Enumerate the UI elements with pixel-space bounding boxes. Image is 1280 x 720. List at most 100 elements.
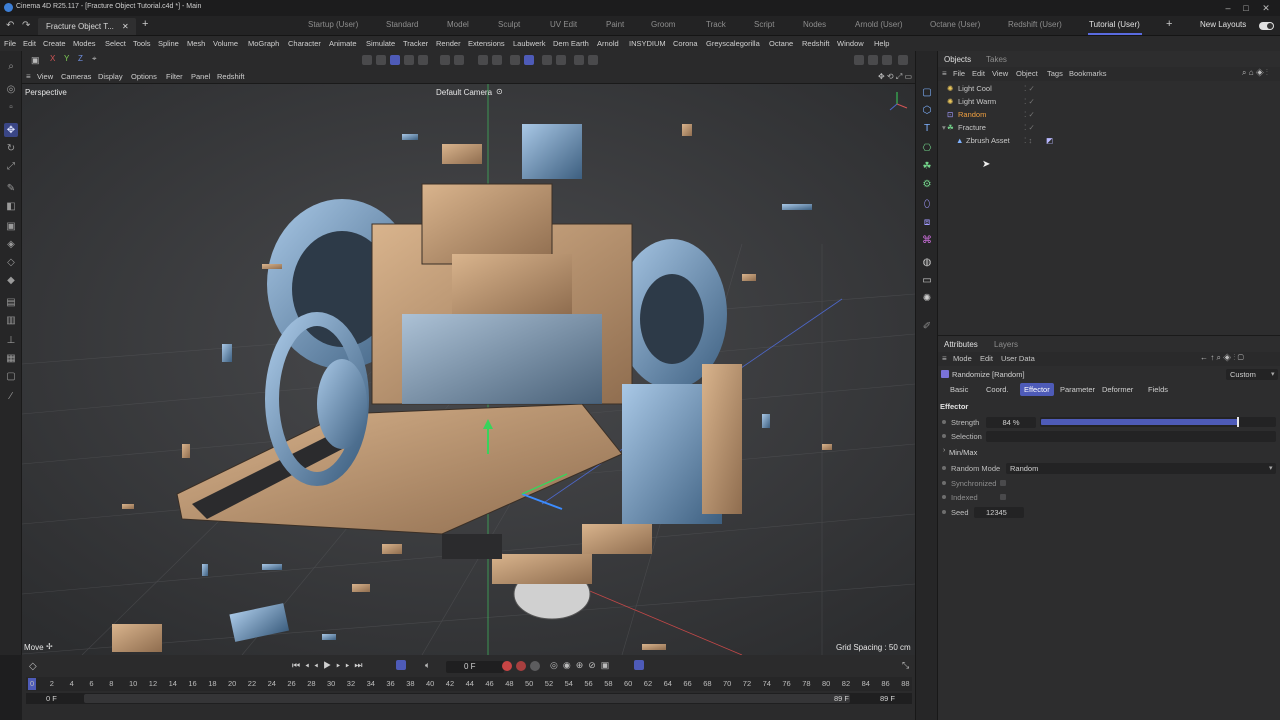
tab-startup[interactable]: Startup (User): [308, 20, 358, 29]
attribute-menu-mode[interactable]: Mode: [953, 354, 972, 363]
render-active-icon[interactable]: [390, 55, 400, 65]
strength-keyframe-dot[interactable]: [942, 420, 946, 424]
object-search-icon[interactable]: ⌕ ⌂ ◈ ⋮: [1242, 68, 1268, 78]
menu-corona[interactable]: Corona: [673, 39, 698, 48]
tab-takes[interactable]: Takes: [986, 55, 1007, 64]
layout-3-icon[interactable]: [882, 55, 892, 65]
menu-modes[interactable]: Modes: [73, 39, 96, 48]
strength-slider-track[interactable]: [1040, 417, 1276, 427]
viewport-nav-icons[interactable]: ✥ ⟲ ⤢ ▭: [878, 72, 912, 82]
undo-icon[interactable]: ↶: [6, 20, 14, 31]
environment-icon[interactable]: ◍: [920, 255, 934, 269]
maximize-button[interactable]: □: [1236, 2, 1256, 14]
menu-laubwerk[interactable]: Laubwerk: [513, 39, 546, 48]
menu-create[interactable]: Create: [43, 39, 66, 48]
lock-icon[interactable]: ▢: [4, 369, 18, 383]
frame-field[interactable]: 0 F: [446, 661, 504, 673]
tab-standard[interactable]: Standard: [386, 20, 418, 29]
snap-icon[interactable]: ◧: [4, 199, 18, 213]
redo-icon[interactable]: ↷: [22, 20, 30, 31]
menu-volume[interactable]: Volume: [213, 39, 238, 48]
menu-extensions[interactable]: Extensions: [468, 39, 505, 48]
visibility-dots[interactable]: ⁚ ↕: [1024, 136, 1032, 145]
tab-arnold[interactable]: Arnold (User): [855, 20, 903, 29]
tab-script[interactable]: Script: [754, 20, 774, 29]
timeline-expand-icon[interactable]: ⤡: [902, 660, 909, 671]
menu-edit[interactable]: Edit: [23, 39, 36, 48]
menu-mograph[interactable]: MoGraph: [248, 39, 279, 48]
end-frame[interactable]: 89 F: [880, 694, 895, 703]
deformer-icon[interactable]: ⬯: [920, 197, 934, 211]
menu-greyscalegorilla[interactable]: Greyscalegorilla: [706, 39, 760, 48]
menu-window[interactable]: Window: [837, 39, 864, 48]
text-icon[interactable]: T: [920, 121, 934, 135]
lock-toolbar-icon[interactable]: [454, 55, 464, 65]
strength-slider-handle[interactable]: [1236, 417, 1239, 427]
effector-icon[interactable]: ⚙: [920, 177, 934, 191]
cloner-icon[interactable]: ⎔: [920, 141, 934, 155]
tab-groom[interactable]: Groom: [651, 20, 675, 29]
axis-z-icon[interactable]: Z: [78, 54, 83, 63]
viewport-menu-display[interactable]: Display: [98, 72, 123, 81]
edges-mode-icon[interactable]: ◇: [4, 255, 18, 269]
tab-paint[interactable]: Paint: [606, 20, 624, 29]
object-row-random[interactable]: ⊡ Random ⁚ ✓: [942, 110, 1278, 122]
material-tag-icon[interactable]: ◩: [1046, 136, 1053, 145]
menu-render[interactable]: Render: [436, 39, 461, 48]
points-mode-icon[interactable]: ◈: [4, 237, 18, 251]
object-row-light-cool[interactable]: ✺ Light Cool ⁚ ✓: [942, 84, 1278, 96]
object-menu-object[interactable]: Object: [1016, 69, 1038, 78]
tab-objects[interactable]: Objects: [944, 55, 971, 64]
pen-icon[interactable]: ✐: [920, 319, 934, 333]
viewport-menu-options[interactable]: Options: [131, 72, 157, 81]
camera-object-icon[interactable]: ▭: [920, 273, 934, 287]
array-icon[interactable]: ☘: [920, 159, 934, 173]
object-menu-file[interactable]: File: [953, 69, 965, 78]
polygons-mode-icon[interactable]: ◆: [4, 273, 18, 287]
workplane-toolbar-icon[interactable]: [492, 55, 502, 65]
object-row-fracture[interactable]: ▾ ☘ Fracture ⁚ ✓: [942, 123, 1278, 135]
rotate-tool-icon[interactable]: ↻: [4, 141, 18, 155]
subtab-basic[interactable]: Basic: [946, 383, 972, 396]
synchronized-keyframe-dot[interactable]: [942, 481, 946, 485]
document-tab[interactable]: Fracture Object T... ✕: [38, 18, 136, 35]
spline-icon[interactable]: ⌘: [920, 233, 934, 247]
key-tools-icons[interactable]: ◎◉⊕⊘▣: [550, 660, 614, 671]
tab-sculpt[interactable]: Sculpt: [498, 20, 520, 29]
workplane-icon[interactable]: ▦: [4, 351, 18, 365]
close-window-button[interactable]: ✕: [1256, 2, 1276, 14]
subtab-coord[interactable]: Coord.: [982, 383, 1013, 396]
range-slider[interactable]: [84, 694, 850, 703]
new-document-icon[interactable]: +: [142, 18, 148, 30]
menu-arnold[interactable]: Arnold: [597, 39, 619, 48]
subtab-deformer[interactable]: Deformer: [1098, 383, 1137, 396]
menu-octane[interactable]: Octane: [769, 39, 793, 48]
visibility-dots[interactable]: ⁚ ✓: [1024, 97, 1035, 106]
layout-1-icon[interactable]: [854, 55, 864, 65]
menu-animate[interactable]: Animate: [329, 39, 357, 48]
light-object-icon[interactable]: ✺: [920, 291, 934, 305]
viewport-menu-icon[interactable]: ≡: [26, 72, 31, 81]
menu-mesh[interactable]: Mesh: [187, 39, 205, 48]
menu-dem-earth[interactable]: Dem Earth: [553, 39, 589, 48]
keyframe-diamond-icon[interactable]: ◇: [29, 661, 37, 672]
new-layouts-toggle[interactable]: [1259, 22, 1274, 30]
loop-icon[interactable]: [396, 660, 406, 670]
selection-field[interactable]: [986, 431, 1276, 442]
tab-attributes[interactable]: Attributes: [944, 340, 978, 349]
render-region-icon[interactable]: [376, 55, 386, 65]
axis-x-icon[interactable]: X: [50, 54, 55, 63]
axis-y-icon[interactable]: Y: [64, 54, 69, 63]
object-row-light-warm[interactable]: ✺ Light Warm ⁚ ✓: [942, 97, 1278, 109]
subtab-parameter[interactable]: Parameter: [1056, 383, 1099, 396]
tab-layers[interactable]: Layers: [994, 340, 1018, 349]
range-end-frame[interactable]: 89 F: [834, 694, 849, 703]
view-filter-icon[interactable]: [556, 55, 566, 65]
viewport-3d[interactable]: Perspective Default Camera ⊙ Grid Spacin…: [22, 84, 915, 655]
object-row-zbrush-asset[interactable]: ▲ Zbrush Asset ⁚ ↕ ◩: [942, 136, 1278, 148]
menu-select[interactable]: Select: [105, 39, 126, 48]
collapse-arrow-icon[interactable]: ›: [943, 447, 945, 454]
field-icon[interactable]: ⧈: [920, 215, 934, 229]
close-tab-icon[interactable]: ✕: [122, 22, 129, 31]
scheme-icon[interactable]: [634, 660, 644, 670]
